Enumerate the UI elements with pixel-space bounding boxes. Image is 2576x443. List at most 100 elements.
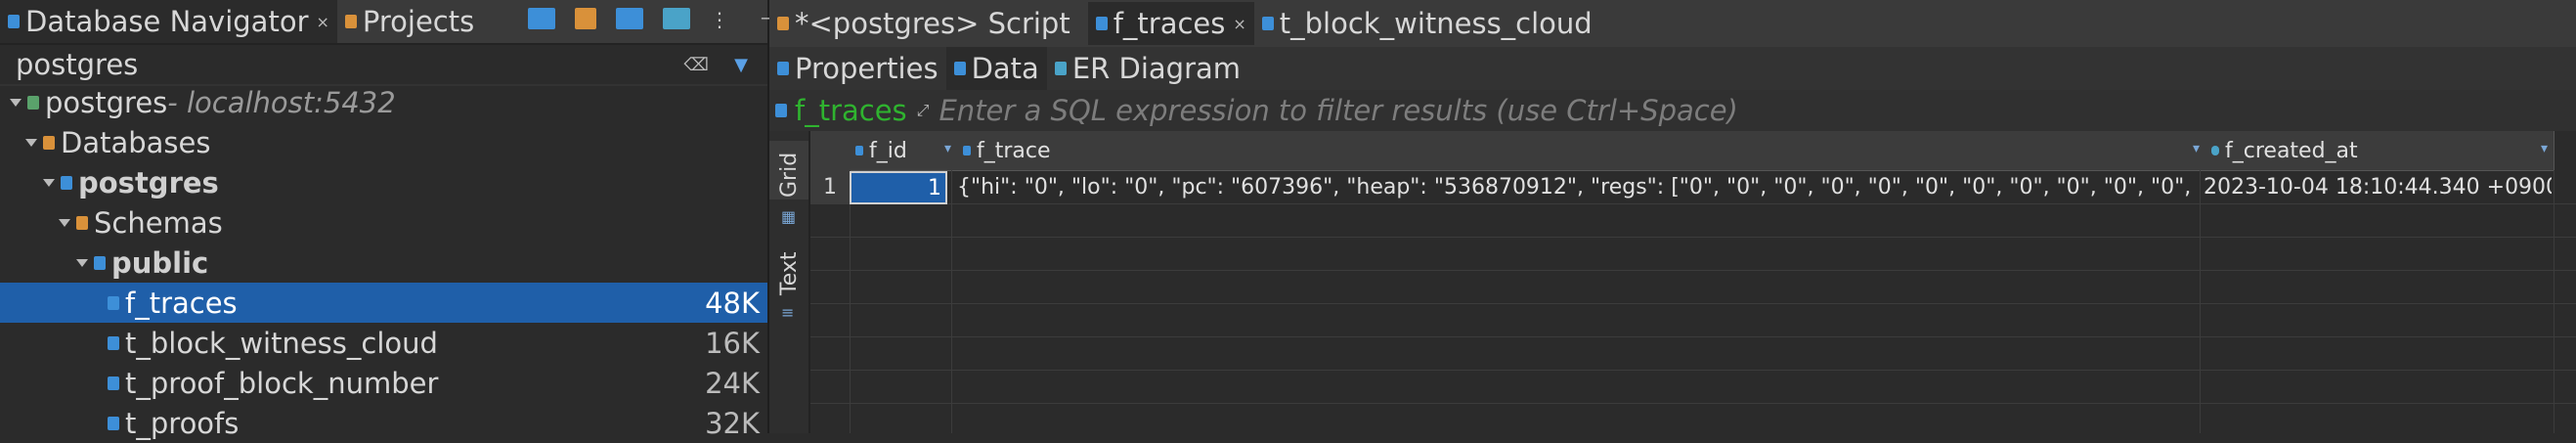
expand-arrow-icon[interactable] xyxy=(43,178,55,187)
tab-label: ER Diagram xyxy=(1071,52,1242,85)
key-column-icon xyxy=(855,146,863,155)
grid-row-divider xyxy=(810,370,2576,371)
tab-text[interactable]: Text xyxy=(769,239,808,297)
tree-item-label: t_proof_block_number xyxy=(125,366,439,400)
cell-f-created-at[interactable]: 2023-10-04 18:10:44.340 +0900 xyxy=(2204,170,2552,203)
tab-grid[interactable]: Grid xyxy=(769,141,808,199)
column-name: f_id xyxy=(869,138,907,163)
table-icon xyxy=(108,376,119,390)
sort-arrow-icon[interactable]: ▾ xyxy=(944,141,951,156)
tab-projects[interactable]: Projects xyxy=(337,0,482,43)
database-icon xyxy=(61,175,72,190)
grid-row-divider xyxy=(810,403,2576,404)
tab-sql-script[interactable]: *<postgres> Script xyxy=(769,2,1078,45)
close-tab-button[interactable]: × xyxy=(1233,15,1245,33)
tab-label: *<postgres> Script xyxy=(795,7,1070,40)
tree-item-label: Databases xyxy=(61,125,211,159)
connection-host: - localhost:5432 xyxy=(167,85,396,119)
row-number[interactable]: 1 xyxy=(810,170,850,203)
tree-item-label: f_traces xyxy=(125,286,238,320)
tree-item-label: Schemas xyxy=(94,205,223,240)
new-connection-icon[interactable] xyxy=(528,8,555,29)
cell-f-id[interactable]: 1 xyxy=(850,171,947,204)
tree-item-table[interactable]: t_proof_block_number 24K xyxy=(0,363,767,403)
folder-icon xyxy=(43,135,55,150)
text-icon: ≡ xyxy=(781,303,795,322)
table-size: 16K xyxy=(705,326,760,360)
grid-column-divider xyxy=(2200,170,2201,433)
expand-arrow-icon[interactable] xyxy=(25,138,37,147)
grid-row-divider xyxy=(810,237,2576,238)
filter-expression-input[interactable]: Enter a SQL expression to filter results… xyxy=(939,94,1737,127)
tab-label: Grid xyxy=(777,152,802,198)
tree-item-label: t_block_witness_cloud xyxy=(125,326,438,360)
tree-item-database[interactable]: postgres xyxy=(0,162,767,202)
more-menu-icon[interactable]: ⋮ xyxy=(710,8,729,31)
editor-tab-bar: *<postgres> Script f_traces × t_block_wi… xyxy=(769,0,2576,49)
tree-item-databases[interactable]: Databases xyxy=(0,122,767,162)
close-tab-button[interactable]: × xyxy=(317,13,329,31)
tree-item-connection[interactable]: postgres - localhost:5432 xyxy=(0,82,767,122)
database-navigator-panel: Database Navigator × Projects ⋮ — ▫ post… xyxy=(0,0,804,440)
clear-filter-icon[interactable]: ⌫ xyxy=(684,55,709,75)
properties-icon xyxy=(777,62,789,75)
postgres-connection-icon xyxy=(27,95,39,110)
json-column-icon xyxy=(963,146,971,155)
tab-database-navigator[interactable]: Database Navigator × xyxy=(0,0,337,43)
column-name: f_trace xyxy=(977,138,1051,163)
cell-f-trace[interactable]: {"hi": "0", "lo": "0", "pc": "607396", "… xyxy=(957,170,2199,203)
tab-label: t_block_witness_cloud xyxy=(1279,7,1593,40)
tab-er-diagram[interactable]: ER Diagram xyxy=(1047,47,1248,90)
grid-icon: ▦ xyxy=(781,207,797,226)
tab-label: Text xyxy=(777,251,802,296)
tree-item-label: t_proofs xyxy=(125,406,240,440)
grid-row-divider xyxy=(810,203,2576,204)
table-size: 48K xyxy=(705,286,760,320)
filter-input[interactable]: postgres xyxy=(16,48,138,81)
tree-item-table[interactable]: t_block_witness_cloud 16K xyxy=(0,323,767,363)
clock-icon xyxy=(2211,146,2219,155)
sort-arrow-icon[interactable]: ▾ xyxy=(2541,141,2548,156)
tree-item-table[interactable]: f_traces 48K xyxy=(0,283,767,323)
tab-label: f_traces xyxy=(1113,7,1226,40)
link-editor-icon[interactable] xyxy=(663,8,690,29)
table-icon xyxy=(108,295,119,310)
filter-table-name: f_traces xyxy=(795,94,907,127)
table-icon xyxy=(108,416,119,430)
sort-arrow-icon[interactable]: ▾ xyxy=(2193,141,2200,156)
er-diagram-icon xyxy=(1054,62,1067,75)
tree-item-table[interactable]: t_proofs 32K xyxy=(0,403,767,443)
navigator-tab-bar: Database Navigator × Projects ⋮ — ▫ xyxy=(0,0,804,45)
expand-arrow-icon[interactable] xyxy=(76,258,88,267)
database-navigator-icon xyxy=(8,15,20,28)
connection-filter[interactable]: postgres ⌫ ▼ xyxy=(0,45,767,86)
table-icon xyxy=(1095,17,1108,30)
row-number-header xyxy=(810,131,851,171)
grid-row-divider xyxy=(810,270,2576,271)
tab-properties[interactable]: Properties xyxy=(769,47,946,90)
tree-item-schema[interactable]: public xyxy=(0,243,767,283)
table-icon xyxy=(108,335,119,350)
folder-icon[interactable] xyxy=(575,8,596,29)
tab-label: Data xyxy=(971,52,1039,85)
tab-f-traces[interactable]: f_traces × xyxy=(1087,2,1254,45)
projects-icon xyxy=(344,15,357,28)
results-filter-bar: f_traces ⤢ Enter a SQL expression to fil… xyxy=(769,90,2576,133)
expand-icon[interactable]: ⤢ xyxy=(917,101,930,120)
column-name: f_created_at xyxy=(2225,138,2358,163)
navigator-toolbar: ⋮ — ▫ xyxy=(528,8,804,31)
tree-item-schemas[interactable]: Schemas xyxy=(0,202,767,243)
column-header-f-created-at[interactable]: f_created_at ▾ xyxy=(2205,131,2554,171)
table-icon xyxy=(775,104,787,117)
expand-arrow-icon[interactable] xyxy=(10,98,22,107)
column-header-f-trace[interactable]: f_trace ▾ xyxy=(957,131,2206,171)
expand-arrow-icon[interactable] xyxy=(59,218,70,227)
tab-t-block-witness-cloud[interactable]: t_block_witness_cloud xyxy=(1254,2,1600,45)
table-size: 24K xyxy=(705,366,760,400)
filter-funnel-icon[interactable]: ▼ xyxy=(734,55,748,75)
column-header-f-id[interactable]: f_id ▾ xyxy=(850,131,958,171)
editor-sub-tabs: Properties Data ER Diagram xyxy=(769,47,2576,90)
table-icon xyxy=(1261,17,1274,30)
collapse-all-icon[interactable] xyxy=(616,8,643,29)
tab-data[interactable]: Data xyxy=(945,47,1047,90)
